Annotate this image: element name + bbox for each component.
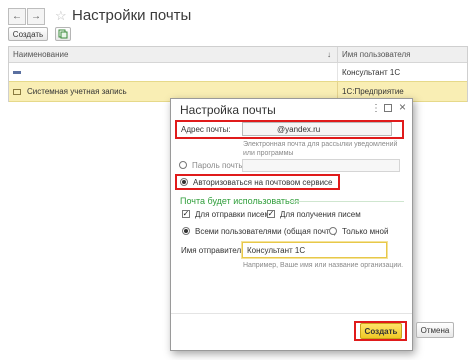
only-me-radio[interactable] (329, 227, 337, 235)
table-cell-user: Консультант 1С (342, 67, 401, 77)
auth-label: Авторизоваться на почтовом сервисе (193, 178, 333, 187)
sender-value: Консультант 1С (247, 245, 306, 255)
account-icon (13, 70, 21, 74)
send-label: Для отправки писем (195, 210, 270, 219)
forward-button[interactable]: → (27, 8, 45, 25)
account-icon (13, 88, 21, 95)
email-hint: Электронная почта для рассылки уведомлен… (243, 141, 398, 157)
table-header: Наименование ↓ Имя пользователя (9, 47, 467, 63)
usage-section-divider (289, 201, 404, 202)
table-row[interactable]: Консультант 1С (9, 63, 467, 81)
column-header-name-label: Наименование (13, 50, 69, 59)
column-header-user[interactable]: Имя пользователя (338, 47, 467, 62)
all-users-label: Всеми пользователями (общая почта) (195, 227, 337, 236)
column-header-name[interactable]: Наименование ↓ (9, 47, 338, 62)
table-cell-name: Системная учетная запись (27, 87, 127, 96)
all-users-radio[interactable] (182, 227, 190, 235)
sort-arrow-icon: ↓ (327, 50, 331, 59)
usage-section-title: Почта будет использоваться (180, 196, 300, 206)
send-checkbox[interactable]: ✓ (182, 210, 190, 218)
copy-icon (58, 29, 68, 39)
password-label: Пароль почты: (192, 161, 247, 170)
favorite-star-icon[interactable]: ☆ (55, 8, 67, 24)
auth-radio[interactable] (180, 178, 188, 186)
sender-field[interactable]: Консультант 1С (242, 242, 387, 258)
create-button[interactable]: Создать (8, 27, 48, 41)
arrow-right-icon: → (31, 11, 41, 22)
receive-checkbox[interactable]: ✓ (267, 210, 275, 218)
maximize-icon[interactable] (384, 104, 392, 112)
dialog-create-button[interactable]: Создать (360, 323, 402, 339)
radio-selected-dot (182, 180, 186, 184)
close-icon[interactable]: × (399, 100, 406, 114)
arrow-left-icon: ← (12, 11, 22, 22)
table-cell-user: 1С:Предприятие (342, 87, 404, 96)
password-radio[interactable] (179, 161, 187, 169)
dialog-footer-divider (171, 313, 412, 314)
receive-label: Для получения писем (280, 210, 361, 219)
password-field[interactable] (242, 159, 400, 172)
more-options-icon[interactable]: ⋮ (371, 103, 381, 114)
email-field[interactable]: @yandex.ru (242, 122, 392, 136)
radio-selected-dot (184, 229, 188, 233)
dialog-title: Настройка почты (180, 103, 276, 117)
back-button[interactable]: ← (8, 8, 26, 25)
copy-button[interactable] (55, 27, 71, 41)
sender-hint: Например, Ваше имя или название организа… (243, 262, 404, 269)
mail-settings-dialog: Настройка почты ⋮ × Адрес почты: @yandex… (170, 98, 413, 351)
email-value: @yandex.ru (277, 124, 321, 134)
only-me-label: Только мной (342, 227, 389, 236)
accounts-table: Наименование ↓ Имя пользователя Консульт… (8, 46, 468, 102)
email-label: Адрес почты: (181, 125, 231, 134)
page-title: Настройки почты (72, 7, 192, 24)
cancel-button[interactable]: Отмена (416, 322, 454, 338)
sender-label: Имя отправителя: (181, 246, 248, 255)
